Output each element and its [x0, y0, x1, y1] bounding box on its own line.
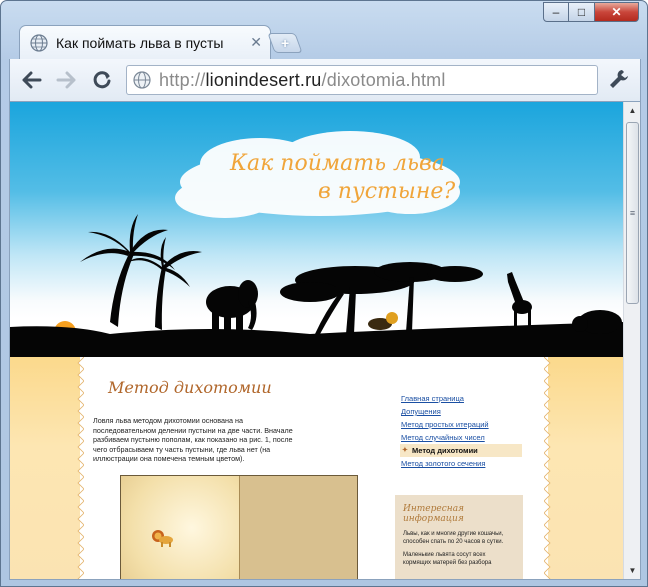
article-text: Ловля льва методом дихотомии основана на… [93, 416, 293, 464]
palm-trees [80, 214, 202, 330]
figure-light-half [121, 476, 239, 579]
url-text: http://lionindesert.ru/dixotomia.html [159, 70, 446, 91]
scroll-up-icon[interactable]: ▲ [624, 102, 640, 119]
tab-close-icon[interactable]: ✕ [250, 34, 262, 51]
article-title: Метод дихотомии [108, 378, 272, 397]
maximize-button[interactable]: □ [569, 2, 595, 22]
scrollbar-thumb[interactable]: ≡ [626, 122, 639, 304]
elephant [206, 280, 258, 332]
settings-button[interactable] [608, 68, 630, 95]
browser-tab[interactable]: Как поймать льва в пусты ✕ [19, 25, 271, 59]
scroll-down-icon[interactable]: ▼ [624, 562, 640, 579]
url-path: /dixotomia.html [321, 69, 446, 90]
forward-arrow-icon [56, 71, 76, 89]
address-bar[interactable]: http://lionindesert.ru/dixotomia.html [126, 65, 598, 95]
back-arrow-icon [22, 71, 42, 89]
menu-item-golden-section[interactable]: Метод золотого сечения [400, 457, 522, 470]
wrench-icon [610, 70, 628, 88]
info-box: Интересная информация Львы, как и многие… [395, 495, 523, 579]
lion-icon [152, 530, 173, 547]
new-tab-button[interactable]: + [267, 33, 303, 53]
site-header: Как поймать льва в пустыне? [10, 102, 624, 357]
page-viewport: Как поймать льва в пустыне? Метод дихото… [9, 101, 641, 580]
menu-item-random-numbers[interactable]: Метод случайных чисел [400, 431, 522, 444]
tab-title: Как поймать льва в пусты [56, 34, 224, 51]
menu-item-home[interactable]: Главная страница [400, 392, 522, 405]
site-title-line1: Как поймать льва [230, 151, 445, 176]
toolbar: http://lionindesert.ru/dixotomia.html [9, 59, 641, 101]
reload-icon [93, 71, 111, 89]
info-box-text-1: Львы, как и многие другие кошачьи, спосо… [403, 531, 504, 545]
window-controls: – □ ✕ [543, 2, 639, 22]
browser-window: – □ ✕ Как поймать льва в пусты ✕ + http:… [0, 0, 648, 587]
lion-silhouette [368, 312, 398, 330]
vertical-scrollbar[interactable]: ▲ ≡ ▼ [623, 102, 640, 579]
figure-desert-split [120, 475, 358, 579]
side-menu: Главная страница Допущения Метод простых… [400, 392, 522, 470]
info-box-text-2: Маленькие львята сосут всех кормящих мат… [403, 552, 492, 566]
menu-item-assumptions[interactable]: Допущения [400, 405, 522, 418]
back-button[interactable] [20, 68, 44, 92]
forward-button[interactable] [54, 68, 78, 92]
url-host: lionindesert.ru [205, 69, 322, 90]
plus-icon: + [280, 35, 290, 51]
figure-dark-half [239, 476, 357, 579]
reload-button[interactable] [90, 68, 114, 92]
giraffe [507, 272, 532, 334]
close-window-button[interactable]: ✕ [595, 2, 639, 22]
globe-icon [30, 33, 48, 52]
menu-item-simple-iterations[interactable]: Метод простых итераций [400, 418, 522, 431]
site-title: Как поймать льва в пустыне? [230, 150, 455, 206]
ground-silhouette [10, 322, 624, 357]
minimize-button[interactable]: – [543, 2, 569, 22]
right-zigzag-border [544, 357, 551, 579]
site-title-line2: в пустыне? [318, 179, 456, 204]
desert-silhouette-illustration [10, 131, 624, 357]
left-zigzag-border [77, 357, 84, 579]
menu-item-dichotomy[interactable]: Метод дихотомии [400, 444, 522, 457]
web-page: Как поймать льва в пустыне? Метод дихото… [10, 102, 624, 579]
globe-icon [133, 71, 151, 89]
buffalo [572, 310, 622, 334]
grip-icon: ≡ [629, 208, 636, 218]
url-scheme: http:// [159, 69, 206, 90]
info-box-title: Интересная информация [403, 504, 465, 524]
